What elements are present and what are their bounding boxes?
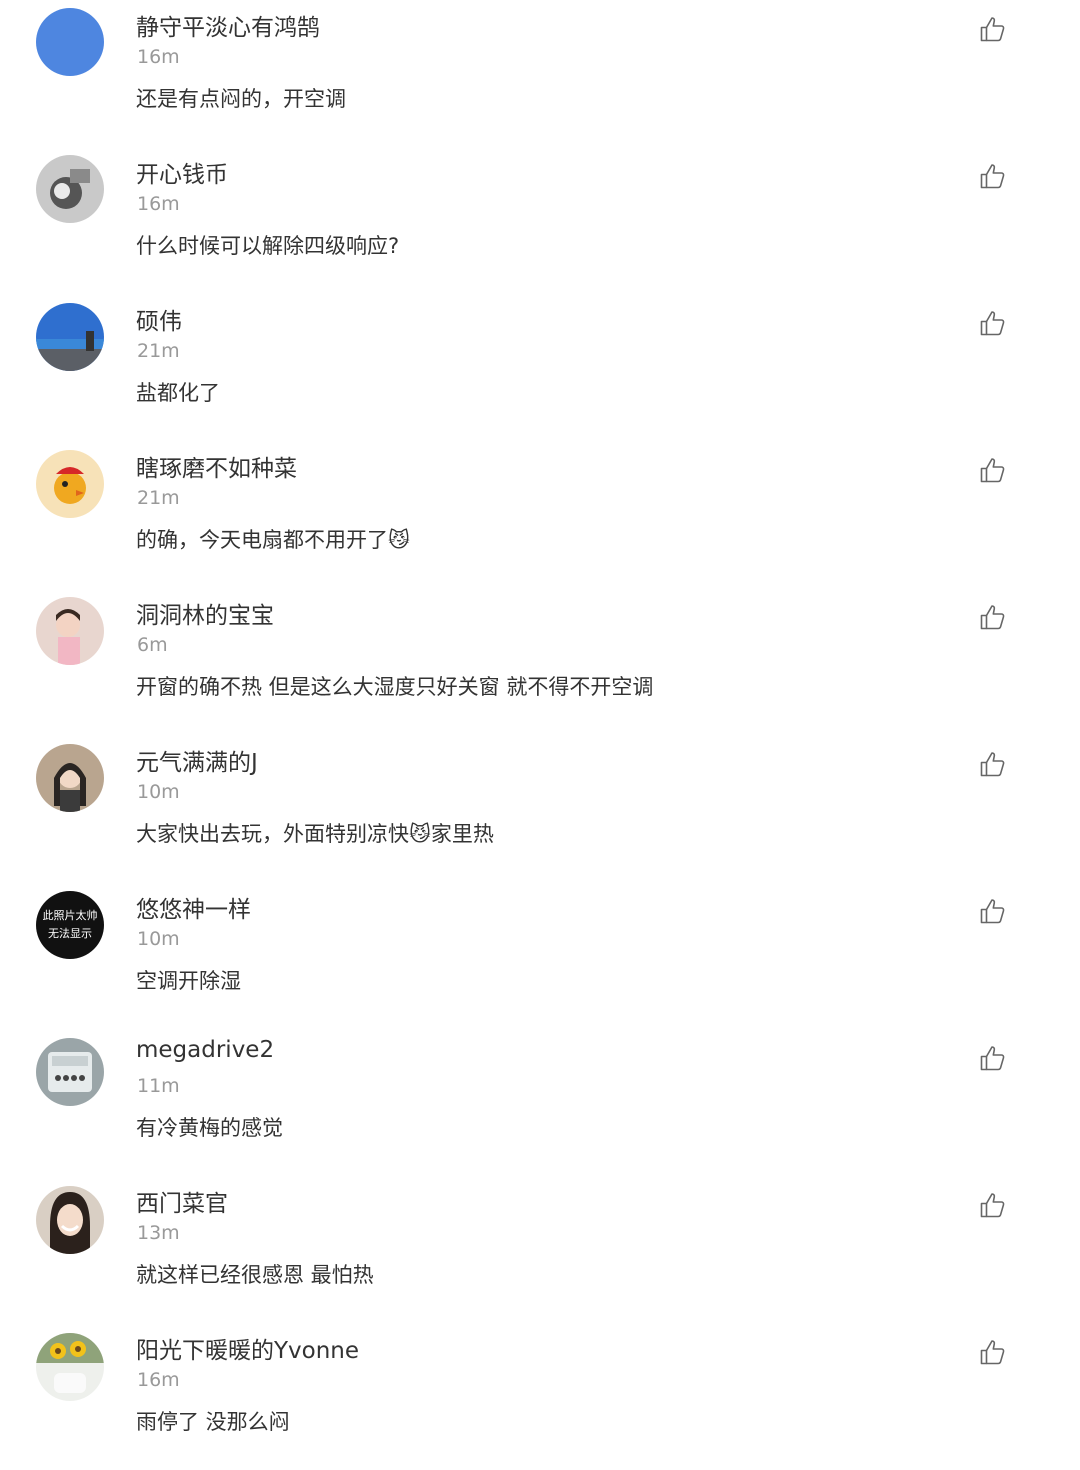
user-avatar[interactable]: [36, 744, 104, 812]
username[interactable]: megadrive2: [136, 1037, 274, 1063]
user-avatar[interactable]: [36, 1186, 104, 1254]
cat-emoji-icon: 😼: [388, 528, 410, 552]
user-avatar[interactable]: 此照片太帅 无法显示: [36, 891, 104, 959]
comment-item: 瞎琢磨不如种菜 21m 的确，今天电扇都不用开了😼: [0, 441, 1080, 588]
user-avatar[interactable]: [36, 1333, 104, 1401]
cat-emoji-icon: 😼: [409, 822, 431, 846]
comment-text: 空调开除湿: [136, 969, 241, 993]
comment-text: 雨停了 没那么闷: [136, 1410, 290, 1434]
thumbs-up-icon[interactable]: [979, 1338, 1007, 1366]
avatar-caption-line-2: 无法显示: [48, 927, 92, 940]
comment-time: 11m: [137, 1075, 180, 1097]
username[interactable]: 洞洞林的宝宝: [136, 596, 274, 630]
comment-text: 大家快出去玩，外面特别凉快😼家里热: [136, 818, 494, 848]
comment-text: 什么时候可以解除四级响应?: [136, 234, 400, 258]
username[interactable]: 静守平淡心有鸿鹄: [136, 8, 320, 42]
comment-item: 元气满满的J 10m 大家快出去玩，外面特别凉快😼家里热: [0, 735, 1080, 882]
thumbs-up-icon[interactable]: [979, 603, 1007, 631]
user-avatar[interactable]: [36, 450, 104, 518]
user-avatar[interactable]: [36, 303, 104, 371]
thumbs-up-icon[interactable]: [979, 1191, 1007, 1219]
user-avatar[interactable]: [36, 597, 104, 665]
comment-text: 就这样已经很感恩 最怕热: [136, 1263, 374, 1287]
comment-text: 有冷黄梅的感觉: [136, 1116, 283, 1140]
username[interactable]: 元气满满的J: [136, 743, 258, 777]
comment-time: 16m: [137, 46, 180, 68]
avatar-caption-line-1: 此照片太帅: [42, 909, 98, 922]
comment-time: 10m: [137, 781, 180, 803]
thumbs-up-icon[interactable]: [979, 456, 1007, 484]
username[interactable]: 硕伟: [136, 302, 182, 336]
comment-text: 的确，今天电扇都不用开了😼: [136, 524, 410, 554]
username[interactable]: 阳光下暖暖的Yvonne: [136, 1331, 359, 1365]
comment-time: 16m: [137, 193, 180, 215]
comment-item: 西门菜官 13m 就这样已经很感恩 最怕热: [0, 1176, 1080, 1323]
comment-item: 洞洞林的宝宝 6m 开窗的确不热 但是这么大湿度只好关窗 就不得不开空调: [0, 588, 1080, 735]
comment-item: 静守平淡心有鸿鹄 16m 还是有点闷的，开空调: [0, 0, 1080, 147]
user-avatar[interactable]: [36, 8, 104, 76]
comment-time: 13m: [137, 1222, 180, 1244]
thumbs-up-icon[interactable]: [979, 750, 1007, 778]
username[interactable]: 悠悠神一样: [136, 890, 251, 924]
comment-time: 21m: [137, 340, 180, 362]
comment-time: 16m: [137, 1369, 180, 1391]
user-avatar[interactable]: [36, 155, 104, 223]
username[interactable]: 瞎琢磨不如种菜: [136, 449, 297, 483]
thumbs-up-icon[interactable]: [979, 162, 1007, 190]
comment-item: megadrive2 11m 有冷黄梅的感觉: [0, 1029, 1080, 1176]
comment-text-tail: 家里热: [430, 822, 494, 846]
comment-time: 21m: [137, 487, 180, 509]
comment-item: 此照片太帅 无法显示 悠悠神一样 10m 空调开除湿: [0, 882, 1080, 1029]
thumbs-up-icon[interactable]: [979, 1044, 1007, 1072]
thumbs-up-icon[interactable]: [979, 897, 1007, 925]
comment-text-main: 大家快出去玩，外面特别凉快: [136, 822, 409, 846]
comment-item: 硕伟 21m 盐都化了: [0, 294, 1080, 441]
comment-text: 还是有点闷的，开空调: [136, 87, 346, 111]
user-avatar[interactable]: [36, 1038, 104, 1106]
comment-text: 盐都化了: [136, 381, 220, 405]
username[interactable]: 开心钱币: [136, 155, 228, 189]
comment-text-main: 的确，今天电扇都不用开了: [136, 528, 388, 552]
comment-item: 开心钱币 16m 什么时候可以解除四级响应?: [0, 147, 1080, 294]
comment-time: 10m: [137, 928, 180, 950]
comment-time: 6m: [137, 634, 168, 656]
comment-item: 阳光下暖暖的Yvonne 16m 雨停了 没那么闷: [0, 1323, 1080, 1470]
comment-text: 开窗的确不热 但是这么大湿度只好关窗 就不得不开空调: [136, 675, 654, 699]
thumbs-up-icon[interactable]: [979, 309, 1007, 337]
thumbs-up-icon[interactable]: [979, 15, 1007, 43]
username[interactable]: 西门菜官: [136, 1184, 228, 1218]
